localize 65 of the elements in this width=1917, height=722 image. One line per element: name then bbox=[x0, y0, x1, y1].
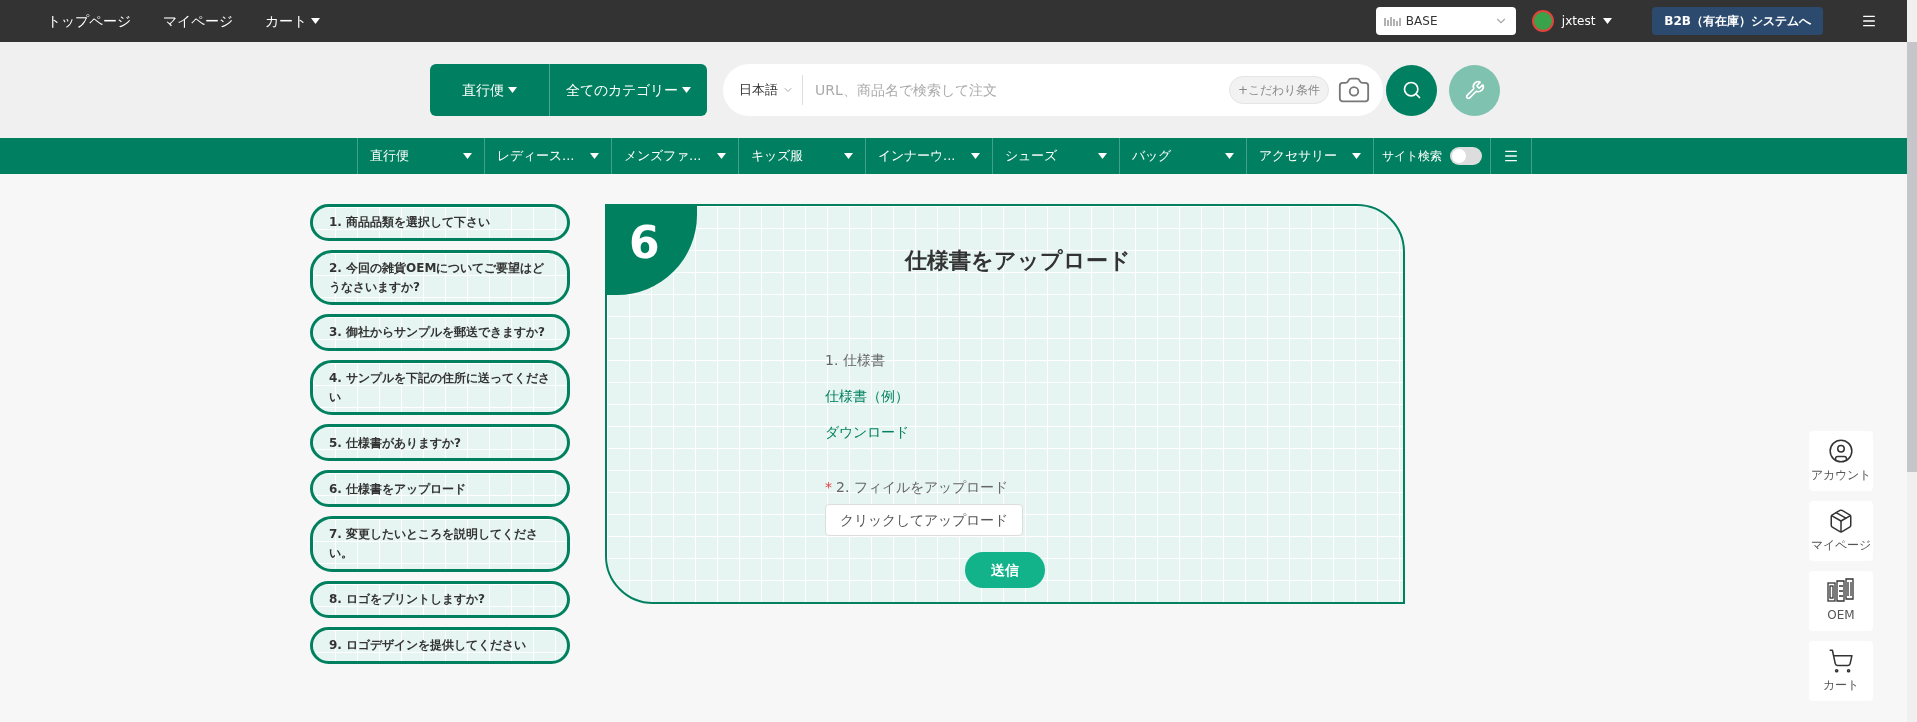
site-search-label: サイト検索 bbox=[1382, 148, 1442, 165]
oem-letters-icon bbox=[1827, 578, 1855, 604]
caret-icon bbox=[1603, 18, 1613, 24]
box-icon bbox=[1828, 508, 1854, 534]
step-number-badge: 6 bbox=[607, 206, 697, 295]
user-icon bbox=[1828, 438, 1854, 464]
search-field[interactable]: 日本語 URL、商品名で検索して注文 +こだわり条件 bbox=[723, 64, 1383, 116]
b2b-system-button[interactable]: B2B（有在庫）システムへ bbox=[1652, 7, 1823, 35]
category-nav-item[interactable]: キッズ服 bbox=[738, 138, 865, 174]
category-button[interactable]: 全てのカテゴリー bbox=[550, 64, 707, 116]
site-search-toggle[interactable] bbox=[1450, 147, 1482, 165]
side-shortcut-button[interactable]: カート bbox=[1809, 641, 1873, 701]
category-nav-item[interactable]: バッグ bbox=[1119, 138, 1246, 174]
language-select[interactable]: 日本語 bbox=[739, 75, 803, 105]
step-item[interactable]: 2. 今回の雑貨OEMについてご要望はどうなさいますか? bbox=[310, 250, 570, 306]
category-nav-item[interactable]: レディース... bbox=[484, 138, 611, 174]
upload-button[interactable]: クリックしてアップロード bbox=[825, 504, 1023, 536]
caret-icon bbox=[590, 153, 599, 159]
avatar[interactable] bbox=[1531, 10, 1554, 32]
category-nav-item[interactable]: シューズ bbox=[992, 138, 1119, 174]
side-shortcut-button[interactable]: アカウント bbox=[1809, 431, 1873, 491]
step-item[interactable]: 4. サンプルを下記の住所に送ってください bbox=[310, 360, 570, 416]
store-select-value: BASE bbox=[1405, 13, 1438, 30]
top-nav-link[interactable]: マイページ bbox=[163, 10, 233, 32]
top-nav-link[interactable]: トップページ bbox=[47, 10, 131, 32]
required-mark: * bbox=[825, 479, 832, 495]
step-item[interactable]: 8. ロゴをプリントしますか? bbox=[310, 580, 570, 618]
download-link[interactable]: ダウンロード bbox=[825, 422, 909, 443]
caret-icon bbox=[1352, 153, 1361, 159]
cart-icon bbox=[1828, 648, 1854, 674]
step-item[interactable]: 1. 商品品類を選択して下さい bbox=[310, 204, 570, 241]
caret-icon bbox=[1098, 153, 1107, 159]
search-icon bbox=[1401, 80, 1422, 100]
step-item[interactable]: 5. 仕様書がありますか? bbox=[310, 424, 570, 462]
caret-icon bbox=[463, 153, 472, 159]
step-item[interactable]: 3. 御社からサンプルを郵送できますか? bbox=[310, 314, 570, 352]
step-item[interactable]: 6. 仕様書をアップロード bbox=[310, 470, 570, 508]
caret-icon bbox=[682, 87, 691, 93]
wrench-icon bbox=[1464, 80, 1485, 100]
caret-icon bbox=[844, 153, 853, 159]
bars-icon bbox=[1383, 16, 1402, 26]
scrollbar[interactable] bbox=[1907, 0, 1917, 722]
shipping-mode-button[interactable]: 直行便 bbox=[430, 64, 550, 116]
caret-icon bbox=[311, 18, 320, 24]
menu-icon[interactable] bbox=[1861, 13, 1877, 29]
category-nav-item[interactable]: インナーウ... bbox=[865, 138, 992, 174]
caret-icon bbox=[971, 153, 980, 159]
caret-icon bbox=[1225, 153, 1234, 159]
step-item[interactable]: 9. ロゴデザインを提供してください bbox=[310, 626, 570, 664]
user-name[interactable]: jxtest bbox=[1561, 12, 1596, 30]
caret-icon bbox=[717, 153, 726, 159]
side-shortcut-button[interactable]: マイページ bbox=[1809, 501, 1873, 561]
caret-icon bbox=[508, 87, 517, 93]
side-shortcut-button[interactable]: OEM bbox=[1809, 571, 1873, 631]
search-button[interactable] bbox=[1386, 64, 1437, 116]
spec-label: 1. 仕様書 bbox=[825, 351, 886, 370]
category-nav-item[interactable]: アクセサリー bbox=[1246, 138, 1373, 174]
category-nav-item[interactable]: 直行便 bbox=[357, 138, 484, 174]
card-title: 仕様書をアップロード bbox=[905, 247, 1131, 275]
store-select[interactable]: BASE bbox=[1375, 7, 1516, 35]
category-nav-item[interactable]: メンズファ... bbox=[611, 138, 738, 174]
step-item[interactable]: 7. 変更したいところを説明してください。 bbox=[310, 516, 570, 572]
top-nav-link[interactable]: カート bbox=[265, 10, 320, 32]
spec-example-link[interactable]: 仕様書（例） bbox=[825, 386, 909, 407]
upload-label: * 2. フィイルをアップロード bbox=[825, 478, 1009, 497]
